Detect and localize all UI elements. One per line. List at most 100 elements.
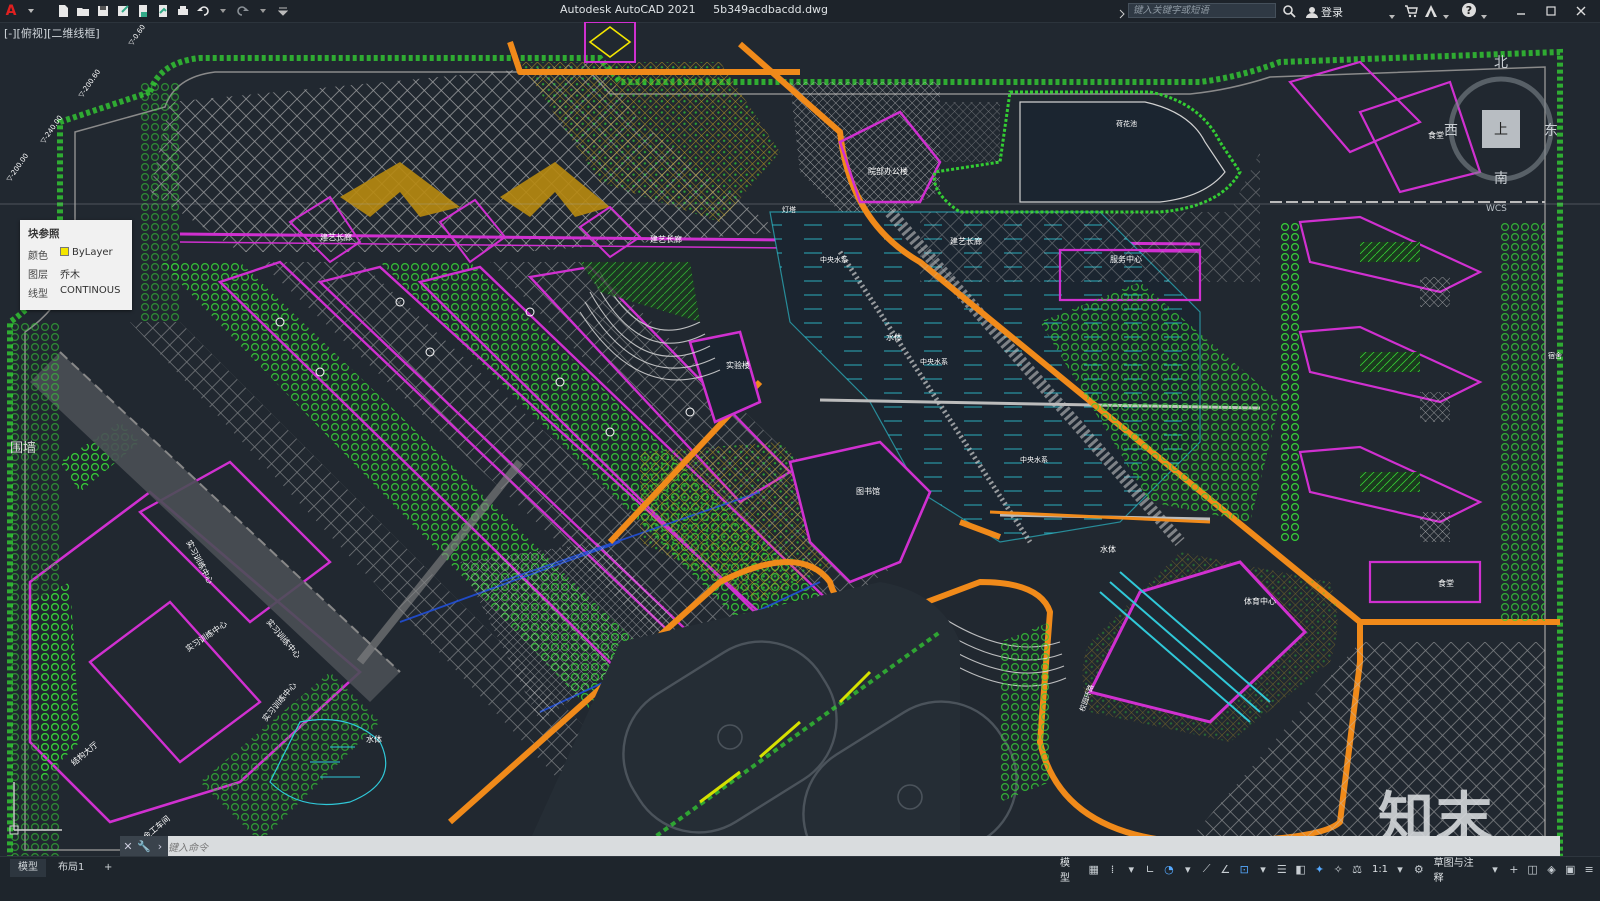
- customize-toolbar-icon[interactable]: [274, 2, 292, 20]
- polar-tracking-icon[interactable]: ◔: [1161, 861, 1177, 877]
- label-canteen-2: 食堂: [1438, 578, 1454, 588]
- add-layout-button[interactable]: +: [96, 859, 120, 877]
- view-cube-top-face[interactable]: 上: [1482, 110, 1520, 148]
- view-cube[interactable]: 北 西 东 南 上: [1440, 50, 1560, 190]
- search-icon[interactable]: [1282, 3, 1296, 22]
- command-prompt-icon: ›: [157, 839, 163, 853]
- label-central-water-3: 中央水系: [1020, 455, 1048, 464]
- label-elevation-1: ▽-0.60: [127, 23, 147, 47]
- drawing-canvas[interactable]: 围墙 院部办公楼 建艺长廊 建艺长廊 建艺长廊 服务中心 中央水系 中央水系 中…: [0, 22, 1600, 866]
- add-icon[interactable]: +: [1506, 861, 1522, 877]
- snap-icon[interactable]: ⁞: [1105, 861, 1121, 877]
- annotation-scale-value[interactable]: 1:1: [1372, 864, 1388, 875]
- file-name: 5b349acdbacdd.dwg: [713, 3, 829, 16]
- object-snap-icon[interactable]: ⊡: [1236, 861, 1252, 877]
- isolate-objects-icon[interactable]: ◈: [1544, 861, 1560, 877]
- command-line[interactable]: ✕ 🔧 › 键入命令: [120, 836, 1560, 856]
- close-button[interactable]: [1572, 2, 1590, 20]
- command-input[interactable]: 键入命令: [168, 839, 208, 854]
- tooltip-key: 线型: [28, 289, 48, 300]
- object-snap-tracking-icon[interactable]: ∠: [1217, 861, 1233, 877]
- label-water-1: 水体: [886, 332, 902, 342]
- annotation-visibility-icon[interactable]: ✦: [1312, 861, 1328, 877]
- tab-layout1[interactable]: 布局1: [50, 859, 92, 877]
- redo-icon[interactable]: [234, 2, 252, 20]
- open-folder-icon[interactable]: [74, 2, 92, 20]
- workspace-gear-icon[interactable]: ⚙: [1411, 861, 1427, 877]
- label-office: 院部办公楼: [868, 166, 908, 176]
- customization-menu-icon[interactable]: ≡: [1581, 861, 1597, 877]
- block-reference-tooltip: 块参照 颜色 ByLayer 图层 乔木 线型 CONTINOUS: [20, 220, 132, 310]
- model-space-toggle[interactable]: 模型: [1060, 854, 1080, 884]
- autodesk-a360-icon[interactable]: [1424, 3, 1438, 22]
- tooltip-title: 块参照: [28, 228, 60, 240]
- viewport-controls[interactable]: [-][俯视][二维线框]: [4, 25, 100, 41]
- compass-north[interactable]: 北: [1494, 52, 1508, 72]
- cube-face-label: 上: [1494, 122, 1508, 138]
- annotation-scale-icon[interactable]: ⚖: [1349, 861, 1365, 877]
- lineweight-icon[interactable]: ☰: [1274, 861, 1290, 877]
- scale-dropdown-icon[interactable]: ▾: [1392, 861, 1408, 877]
- label-central-water-1: 中央水系: [820, 255, 848, 264]
- dropdown-arrow-icon[interactable]: [22, 2, 40, 20]
- ortho-icon[interactable]: ∟: [1142, 861, 1158, 877]
- isodraft-icon[interactable]: ⟋: [1199, 861, 1215, 877]
- login-button[interactable]: 登录: [1306, 4, 1343, 20]
- workspace-dropdown-icon[interactable]: ▾: [1487, 861, 1503, 877]
- label-central-water-2: 中央水系: [920, 357, 948, 366]
- object-snap-dropdown-icon[interactable]: ▾: [1255, 861, 1271, 877]
- label-library: 图书馆: [856, 486, 880, 496]
- help-button[interactable]: ?: [1462, 3, 1476, 17]
- auto-scale-icon[interactable]: ✧: [1330, 861, 1346, 877]
- maximize-button[interactable]: [1542, 2, 1560, 20]
- clean-screen-icon[interactable]: ▣: [1562, 861, 1578, 877]
- label-dorm: 宿舍: [1548, 351, 1562, 360]
- search-input[interactable]: 键入关键字或短语: [1128, 3, 1276, 18]
- save-web-icon[interactable]: [154, 2, 172, 20]
- polar-dropdown-icon[interactable]: ▾: [1180, 861, 1196, 877]
- label-lab: 实验楼: [726, 360, 750, 370]
- transparency-icon[interactable]: ◧: [1293, 861, 1309, 877]
- app-name: Autodesk AutoCAD 2021: [560, 3, 696, 16]
- label-water-3: 水体: [366, 734, 382, 744]
- compass-south[interactable]: 南: [1494, 168, 1508, 188]
- close-command-line-icon[interactable]: ✕: [120, 836, 136, 856]
- label-elevation-4: ▽-200.00: [5, 152, 30, 183]
- label-wall: 围墙: [10, 441, 36, 456]
- snap-dropdown-icon[interactable]: ▾: [1123, 861, 1139, 877]
- label-bridge: 灯塔: [782, 205, 796, 214]
- cart-icon[interactable]: [1404, 3, 1418, 22]
- wcs-menu[interactable]: WCS: [1486, 204, 1507, 214]
- compass-east[interactable]: 东: [1544, 120, 1558, 140]
- quick-access-toolbar: A: [2, 0, 294, 22]
- grid-icon[interactable]: ▦: [1086, 861, 1102, 877]
- login-label: 登录: [1321, 6, 1343, 19]
- save-as-icon[interactable]: [114, 2, 132, 20]
- tooltip-row-layer: 图层 乔木: [28, 266, 124, 281]
- label-gallery-1: 建艺长廊: [320, 232, 352, 242]
- dormitory-landscape: [1180, 201, 1545, 850]
- compass-west[interactable]: 西: [1444, 120, 1458, 140]
- undo-icon[interactable]: [194, 2, 212, 20]
- tooltip-row-color: 颜色 ByLayer: [28, 247, 124, 262]
- new-file-icon[interactable]: [54, 2, 72, 20]
- user-icon: [1306, 7, 1318, 18]
- undo-dropdown-icon[interactable]: [214, 2, 232, 20]
- open-web-icon[interactable]: [134, 2, 152, 20]
- workspace-label[interactable]: 草图与注释: [1434, 854, 1483, 884]
- tab-model[interactable]: 模型: [10, 859, 46, 877]
- hardware-acceleration-icon[interactable]: ◫: [1525, 861, 1541, 877]
- campus-plan-drawing[interactable]: 围墙 院部办公楼 建艺长廊 建艺长廊 建艺长廊 服务中心 中央水系 中央水系 中…: [0, 22, 1600, 866]
- save-icon[interactable]: [94, 2, 112, 20]
- customize-command-icon[interactable]: 🔧: [136, 836, 152, 856]
- command-line-controls: ✕ 🔧 ›: [120, 836, 168, 856]
- plot-icon[interactable]: [174, 2, 192, 20]
- label-gallery-3: 建艺长廊: [950, 236, 982, 246]
- minimize-button[interactable]: [1512, 2, 1530, 20]
- west-tree-belt: [10, 322, 60, 862]
- label-elevation-2: ▽-200.60: [77, 68, 102, 99]
- app-menu-button[interactable]: A: [2, 2, 20, 20]
- redo-dropdown-icon[interactable]: [254, 2, 272, 20]
- tooltip-value: CONTINOUS: [60, 285, 121, 296]
- label-service-center: 服务中心: [1110, 254, 1142, 264]
